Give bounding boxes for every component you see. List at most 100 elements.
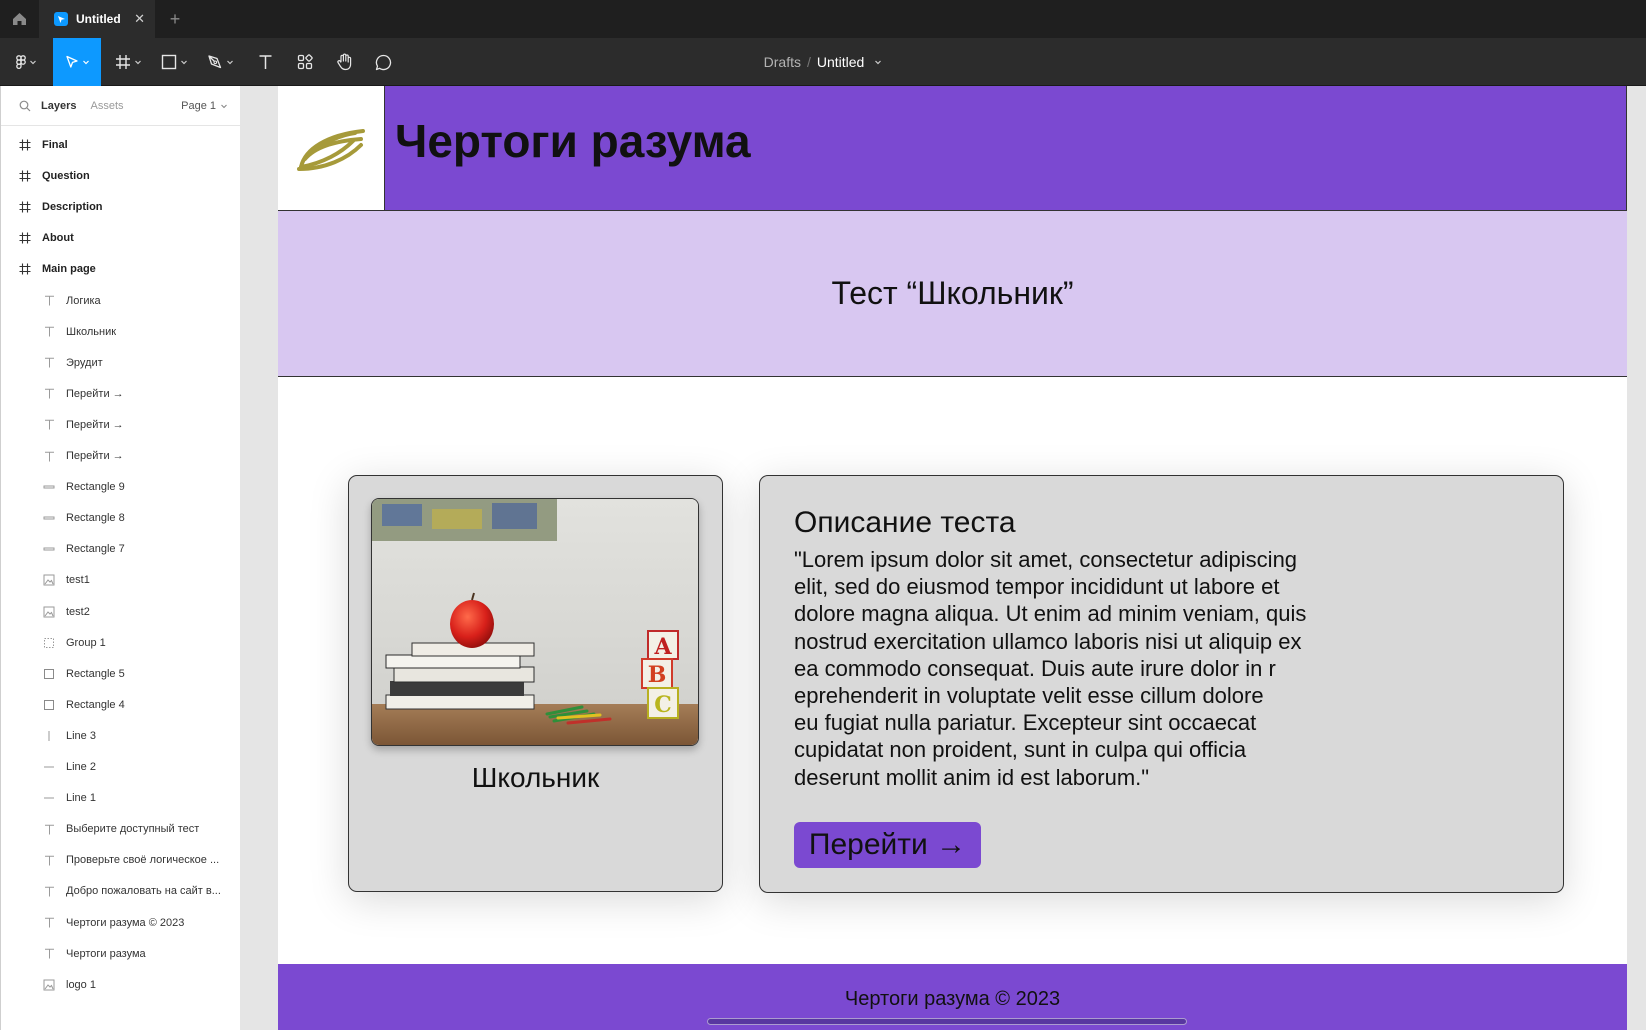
layer-row[interactable]: Line 3	[1, 720, 241, 752]
group-dashed-icon	[41, 635, 57, 651]
layer-row[interactable]: Rectangle 7	[1, 533, 241, 565]
horizontal-scrollbar[interactable]	[707, 1018, 1187, 1025]
brain-logo-icon	[297, 129, 365, 171]
layer-row[interactable]: test1	[1, 564, 241, 596]
horizontal-line-icon	[41, 790, 57, 806]
layer-row[interactable]: About	[1, 222, 241, 254]
text-layer-icon	[41, 324, 57, 340]
layer-row[interactable]: Перейти →	[1, 440, 241, 472]
test-card-label: Школьник	[471, 762, 600, 793]
frame-hash-icon	[17, 168, 33, 184]
layer-row[interactable]: Rectangle 4	[1, 689, 241, 721]
main-page-frame[interactable]: Чертоги разума Тест “Школьник” A B C Шко…	[278, 86, 1627, 1030]
layer-row[interactable]: Перейти →	[1, 378, 241, 410]
breadcrumb-drafts[interactable]: Drafts	[764, 54, 801, 70]
shape-tool-button[interactable]	[156, 38, 192, 86]
layer-row[interactable]: Проверьте своё логическое ...	[1, 844, 241, 876]
home-icon	[13, 13, 26, 25]
layer-name: Чертоги разума © 2023	[66, 916, 185, 929]
move-tool-button[interactable]	[53, 38, 101, 86]
frame-hash-icon	[17, 230, 33, 246]
chevron-down-icon	[134, 60, 141, 65]
layer-row[interactable]: Чертоги разума © 2023	[1, 907, 241, 939]
chevron-down-icon[interactable]	[874, 58, 882, 66]
breadcrumb-file-name[interactable]: Untitled	[817, 54, 864, 70]
test-description-card: Описание теста "Lorem ipsum dolor sit am…	[759, 475, 1564, 893]
test-image-card: A B C Школьник	[348, 475, 723, 892]
layer-row[interactable]: Rectangle 8	[1, 502, 241, 534]
layer-row[interactable]: Чертоги разума	[1, 938, 241, 970]
layer-name: Проверьте своё логическое ...	[66, 854, 220, 867]
rectangle-icon	[41, 666, 57, 682]
block-c-letter: C	[654, 692, 672, 718]
go-to-test-button[interactable]: Перейти →	[794, 822, 981, 868]
layer-name: Main page	[42, 263, 96, 276]
layer-row[interactable]: Выберите доступный тест	[1, 813, 241, 845]
description-line: nostrud exercitation ullamco laboris nis…	[794, 628, 1302, 654]
search-icon[interactable]	[19, 100, 31, 112]
layer-row[interactable]: Школьник	[1, 316, 241, 348]
school-still-life-illustration: A B C	[372, 499, 698, 745]
components-icon	[297, 54, 313, 70]
layer-name: logo 1	[66, 978, 96, 991]
text-layer-icon	[41, 293, 57, 309]
thin-rectangle-icon	[41, 510, 57, 526]
design-canvas[interactable]: Чертоги разума Тест “Школьник” A B C Шко…	[241, 86, 1646, 1030]
test-title: Тест “Школьник”	[831, 275, 1074, 311]
thin-rectangle-icon	[41, 479, 57, 495]
frame-tool-button[interactable]	[110, 38, 146, 86]
layer-row[interactable]: Rectangle 5	[1, 658, 241, 690]
tab-layers[interactable]: Layers	[41, 100, 76, 112]
layer-row[interactable]: test2	[1, 596, 241, 628]
tab-assets[interactable]: Assets	[90, 100, 123, 112]
layer-row[interactable]: Line 2	[1, 751, 241, 783]
layer-row[interactable]: Question	[1, 160, 241, 192]
comment-tool-button[interactable]	[370, 38, 396, 86]
hand-tool-button[interactable]	[331, 38, 357, 86]
close-tab-icon[interactable]: ✕	[134, 11, 145, 27]
design-file-icon	[54, 12, 68, 26]
text-tool-button[interactable]	[252, 38, 278, 86]
description-title: Описание теста	[794, 506, 1016, 539]
main-menu-button[interactable]	[8, 38, 44, 86]
layer-row[interactable]: Line 1	[1, 782, 241, 814]
brand-bar: Чертоги разума	[385, 86, 1627, 211]
file-tab-label: Untitled	[76, 12, 121, 26]
layer-row[interactable]: Final	[1, 129, 241, 161]
description-line: elit, sed do eiusmod tempor incididunt u…	[794, 574, 1280, 600]
page-selector[interactable]: Page 1	[181, 100, 228, 112]
description-line: "Lorem ipsum dolor sit amet, consectetur…	[794, 547, 1298, 572]
layer-row[interactable]: Логика	[1, 285, 241, 317]
layer-row[interactable]: Перейти →	[1, 409, 241, 441]
layer-row[interactable]: logo 1	[1, 969, 241, 1001]
figma-logo-icon	[15, 54, 26, 69]
text-layer-icon	[41, 417, 57, 433]
description-body: "Lorem ipsum dolor sit amet, consectetur…	[794, 546, 1374, 791]
footer-copyright: Чертоги разума © 2023	[844, 988, 1061, 1010]
layer-name: Rectangle 8	[66, 512, 125, 525]
text-layer-icon	[41, 883, 57, 899]
layer-row[interactable]: Description	[1, 191, 241, 223]
layer-name: Rectangle 7	[66, 543, 125, 556]
layer-name: Rectangle 9	[66, 481, 125, 494]
frame-hash-icon	[115, 55, 130, 69]
resources-tool-button[interactable]	[292, 38, 318, 86]
site-header: Чертоги разума	[278, 86, 1627, 211]
layer-row[interactable]: Rectangle 9	[1, 471, 241, 503]
layer-row[interactable]: Добро пожаловать на сайт в...	[1, 875, 241, 907]
layer-row[interactable]: Group 1	[1, 627, 241, 659]
pen-tool-button[interactable]	[202, 38, 238, 86]
home-button[interactable]	[0, 0, 40, 38]
frame-hash-icon	[17, 137, 33, 153]
new-tab-button[interactable]: +	[155, 0, 195, 38]
block-b-letter: B	[648, 662, 667, 688]
page-selector-label: Page 1	[181, 99, 216, 112]
layer-row[interactable]: Main page	[1, 253, 241, 285]
layer-name: Final	[42, 139, 68, 151]
file-tab[interactable]: Untitled ✕	[40, 0, 155, 38]
layer-name: About	[42, 232, 74, 245]
pen-icon	[207, 55, 221, 69]
layer-name: Чертоги разума	[66, 947, 146, 960]
layer-row[interactable]: Эрудит	[1, 347, 241, 379]
horizontal-line-icon	[41, 759, 57, 775]
